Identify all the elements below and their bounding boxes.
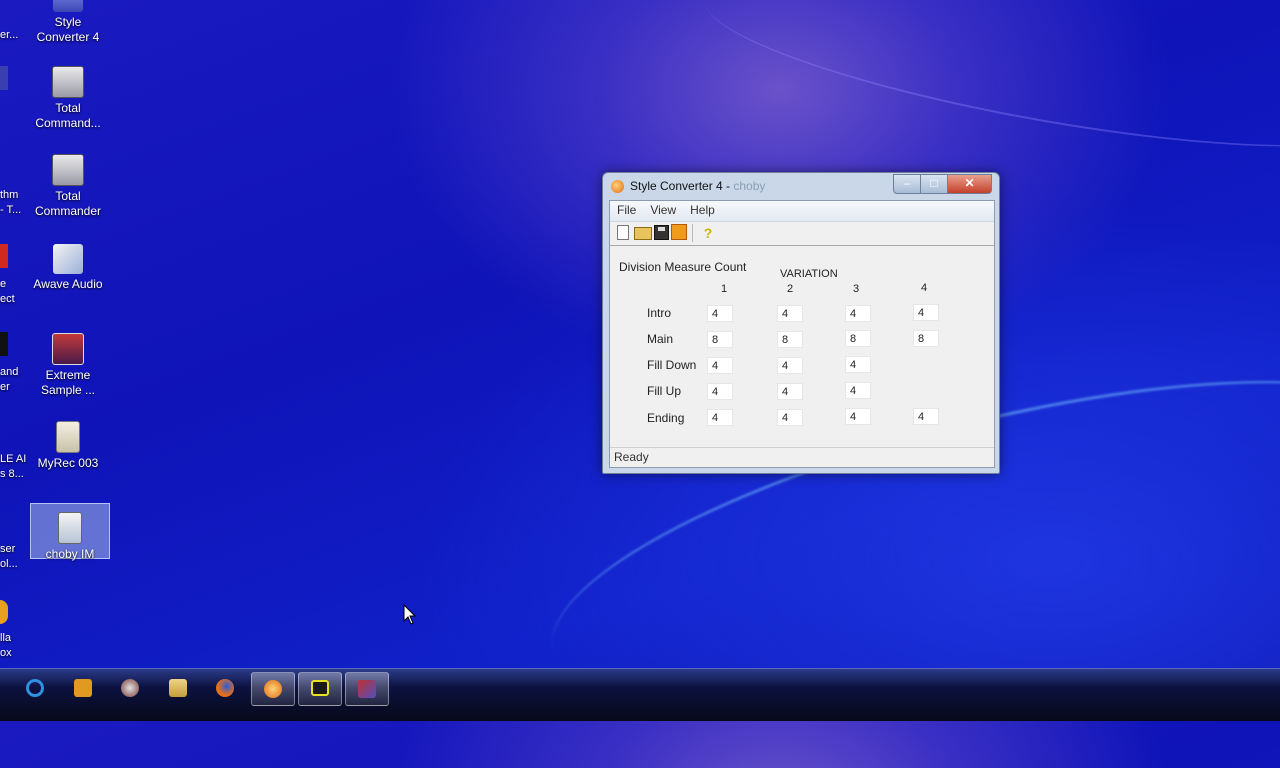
row-label-fill-down: Fill Down (647, 358, 697, 372)
window-titlebar[interactable]: Style Converter 4 - choby – □ ✕ (603, 173, 999, 200)
close-button[interactable]: ✕ (947, 174, 992, 194)
column-header-1: 1 (721, 283, 728, 295)
menu-view[interactable]: View (643, 201, 683, 219)
row-label-main: Main (647, 332, 674, 346)
clipped-label-4[interactable]: and er (0, 365, 18, 395)
style-converter-window[interactable]: Style Converter 4 - choby – □ ✕ File View… (602, 172, 1000, 474)
maximize-button[interactable]: □ (920, 174, 948, 194)
total-commander-icon (52, 66, 84, 98)
desktop-icon-style-converter[interactable]: Style Converter 4 (28, 0, 108, 45)
taskbar-total-commander[interactable] (298, 672, 342, 706)
taskbar (0, 668, 1280, 721)
menu-help[interactable]: Help (683, 201, 722, 219)
desktop-icon-myrec[interactable]: MyRec 003 (28, 421, 108, 471)
clipped-label-1[interactable]: er... (0, 28, 18, 43)
awave-audio-icon (53, 244, 83, 274)
field-fill-down-1[interactable]: 4 (707, 357, 733, 374)
field-fill-up-1[interactable]: 4 (707, 383, 733, 400)
app-icon (611, 180, 624, 193)
taskbar-ie[interactable] (14, 672, 56, 704)
window-client: File View Help ? Division Measure Count VA… (609, 200, 995, 468)
network-icon (121, 679, 139, 697)
taskbar-firefox[interactable] (204, 672, 246, 704)
field-fill-up-2[interactable]: 4 (777, 383, 803, 400)
new-icon[interactable] (617, 225, 629, 240)
clipped-red-icon[interactable] (0, 244, 8, 268)
desktop-icon-extreme-sample[interactable]: Extreme Sample ... (28, 333, 108, 398)
section-title: Division Measure Count (619, 260, 747, 274)
clipped-label-5[interactable]: LE AI s 8... (0, 452, 26, 482)
clipped-label-3[interactable]: e ect (0, 277, 15, 307)
measure-count-panel: Division Measure Count VARIATION 1 2 3 4… (610, 246, 994, 446)
minimize-button[interactable]: – (893, 174, 921, 194)
desktop-icon-total-commander[interactable]: Total Commander (28, 154, 108, 219)
toolbar: ? (610, 222, 994, 246)
menu-file[interactable]: File (610, 201, 643, 219)
save-icon[interactable] (654, 225, 669, 240)
column-header-2: 2 (787, 283, 794, 295)
taskbar-media[interactable] (62, 672, 104, 704)
field-main-1[interactable]: 8 (707, 331, 733, 348)
menu-bar: File View Help (610, 201, 994, 222)
status-bar: Ready (610, 447, 994, 467)
field-ending-4[interactable]: 4 (913, 408, 939, 425)
column-header-3: 3 (853, 283, 860, 295)
wav-file-icon (56, 421, 80, 453)
clipped-dark-icon[interactable] (0, 332, 8, 356)
media-icon (74, 679, 92, 697)
field-ending-1[interactable]: 4 (707, 409, 733, 426)
field-ending-2[interactable]: 4 (777, 409, 803, 426)
variation-header: VARIATION (780, 268, 838, 280)
style-converter-task-icon (264, 680, 282, 698)
clipped-icon[interactable] (0, 66, 8, 90)
desktop-icon-awave-audio[interactable]: Awave Audio (28, 244, 108, 292)
desktop-icon-total-command[interactable]: Total Command... (28, 66, 108, 131)
toolbar-separator (692, 224, 693, 242)
field-intro-2[interactable]: 4 (777, 305, 803, 322)
total-commander-task-icon (311, 680, 329, 696)
style-file-icon (58, 512, 82, 544)
clipped-label-2[interactable]: thm - T... (0, 188, 21, 218)
field-intro-4[interactable]: 4 (913, 304, 939, 321)
extreme-sample-icon (52, 333, 84, 365)
convert-icon[interactable] (671, 224, 687, 240)
column-header-4: 4 (921, 282, 928, 294)
field-intro-3[interactable]: 4 (845, 305, 871, 322)
field-main-3[interactable]: 8 (845, 330, 871, 347)
taskbar-app[interactable] (345, 672, 389, 706)
taskbar-explorer[interactable] (157, 672, 199, 704)
field-main-2[interactable]: 8 (777, 331, 803, 348)
clipped-label-6[interactable]: ser ol... (0, 542, 18, 572)
taskbar-network[interactable] (109, 672, 151, 704)
field-fill-up-3[interactable]: 4 (845, 382, 871, 399)
field-main-4[interactable]: 8 (913, 330, 939, 347)
mouse-cursor-icon (403, 604, 417, 625)
desktop-icon-choby-selected[interactable]: choby IM (30, 503, 110, 561)
field-fill-down-2[interactable]: 4 (777, 357, 803, 374)
row-label-ending: Ending (647, 411, 685, 425)
taskbar-style-converter[interactable] (251, 672, 295, 706)
open-icon[interactable] (634, 227, 652, 240)
window-title: Style Converter 4 - choby (630, 179, 766, 193)
field-ending-3[interactable]: 4 (845, 408, 871, 425)
app-task-icon (358, 680, 376, 698)
clipped-label-7[interactable]: lla ox (0, 631, 12, 661)
ie-icon (26, 679, 44, 697)
field-fill-down-3[interactable]: 4 (845, 356, 871, 373)
clipped-orange-icon[interactable] (0, 600, 8, 624)
help-icon[interactable]: ? (699, 224, 717, 242)
row-label-fill-up: Fill Up (647, 384, 682, 398)
row-label-intro: Intro (647, 306, 672, 320)
total-commander-icon (52, 154, 84, 186)
field-intro-1[interactable]: 4 (707, 305, 733, 322)
firefox-icon (216, 679, 234, 697)
style-converter-icon (53, 0, 83, 12)
wallpaper-swoosh-top (694, 0, 1280, 182)
explorer-icon (169, 679, 187, 697)
